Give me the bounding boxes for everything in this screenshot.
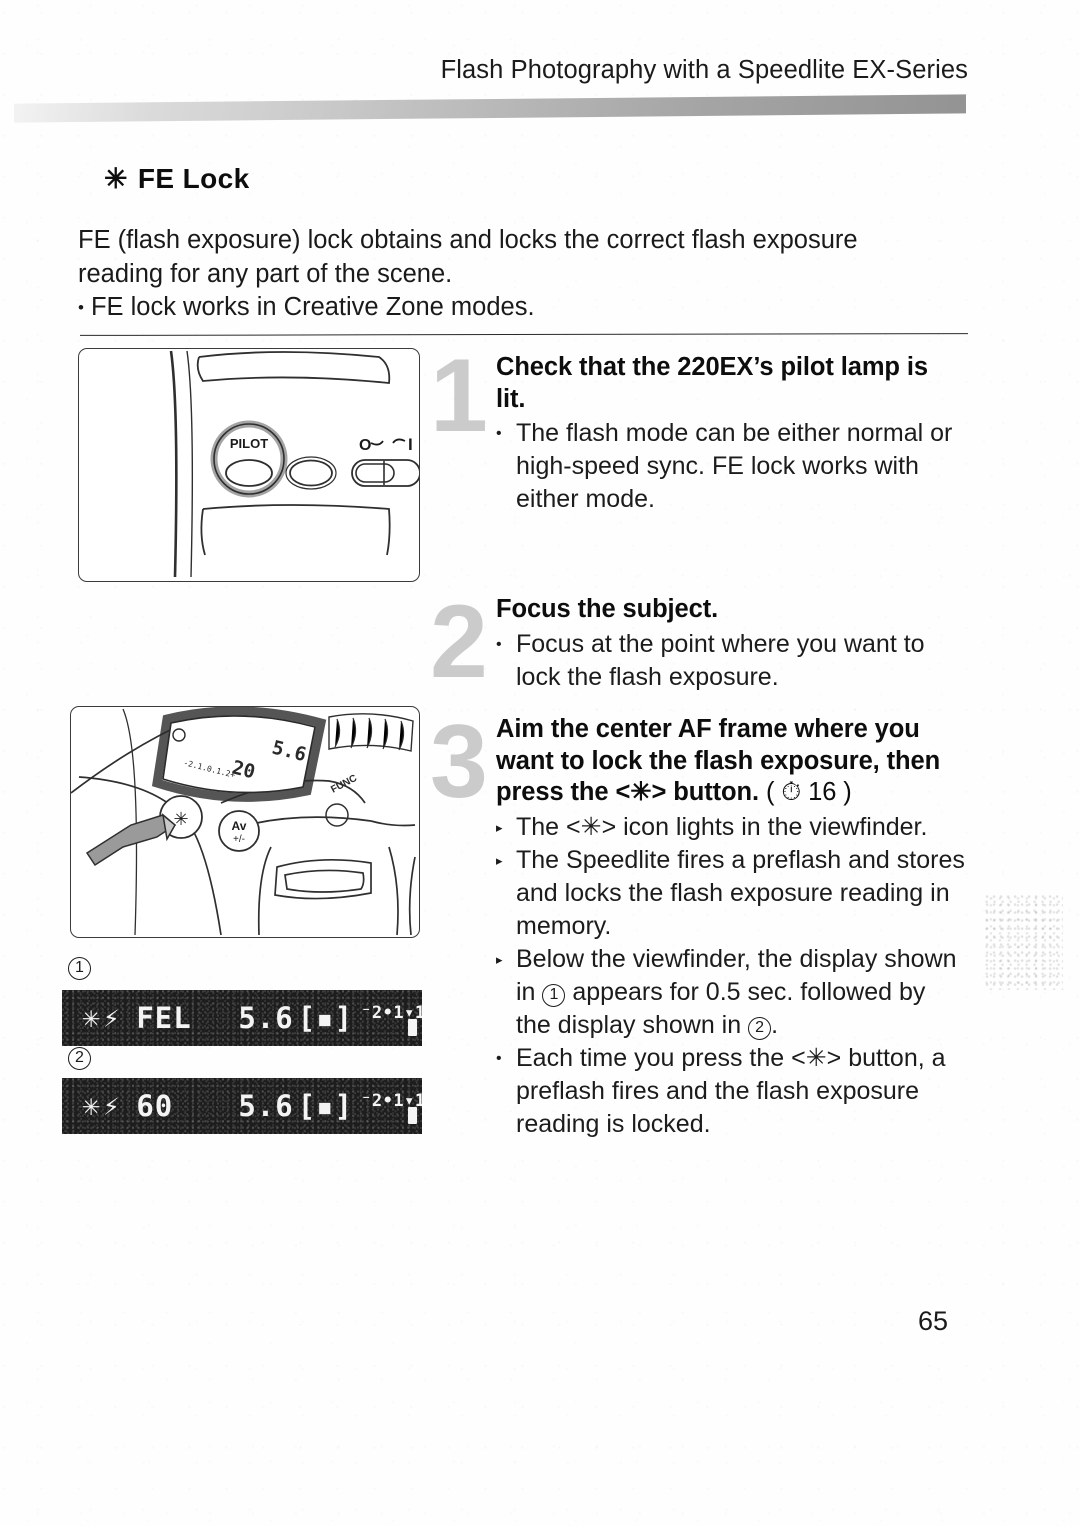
step-number-3: 3 (430, 704, 488, 820)
bullet-text-part-3: . (771, 1010, 779, 1039)
intro-bullet-text: FE lock works in Creative Zone modes. (90, 293, 535, 321)
bullet-text: The <✳> icon lights in the viewfinder. (516, 812, 928, 841)
bullet-item: ▸ The <✳> icon lights in the viewfinder. (496, 811, 966, 844)
lcd-shutter-value: 60 (136, 1089, 174, 1123)
lcd-1-reference-label: 1 (68, 952, 91, 980)
lcd-aperture-value: 5.6 (238, 1001, 294, 1035)
circled-number: 2 (68, 1047, 91, 1070)
bullet-item: • Focus at the point where you want to l… (496, 628, 962, 694)
fe-lock-asterisk-icon: ✳ (173, 809, 188, 830)
scale-pointer-bar (408, 1107, 418, 1124)
camera-illustration: 5.6 20 -2.1.0.1.2+ FUNC ✳ Av +/- (71, 707, 416, 936)
svg-text:+/-: +/- (233, 834, 245, 845)
flash-ready-icon: ⚡ (103, 1002, 121, 1034)
bullet-triangle-icon: ▸ (496, 819, 503, 835)
camera-top-lcd: 5.6 20 -2.1.0.1.2+ (151, 707, 327, 802)
pilot-button (225, 459, 273, 487)
bullet-text: The flash mode can be either normal or h… (516, 419, 953, 513)
page-number: 65 (917, 1306, 948, 1336)
step-number-2: 2 (430, 584, 488, 700)
figure-flash-unit: PILOT O I (78, 348, 420, 582)
bullet-text: Each time you press the <✳> button, a pr… (516, 1043, 946, 1138)
lcd-bracket-icon: [▪] (297, 1089, 354, 1123)
bullet-item: ▸ Below the viewfinder, the display show… (496, 943, 966, 1042)
step-3: 3 Aim the center AF frame where you want… (430, 710, 966, 1141)
svg-text:Av: Av (232, 819, 247, 833)
step-1-body: • The flash mode can be either normal or… (496, 417, 962, 516)
bullet-triangle-icon: ▸ (496, 951, 503, 967)
step-number-1: 1 (430, 338, 488, 454)
section-title: FE Lock (137, 163, 250, 194)
header-gradient-rule (14, 94, 966, 123)
pilot-label: PILOT (230, 436, 268, 451)
bullet-text: The Speedlite fires a preflash and store… (516, 845, 965, 940)
power-on-icon: I (408, 435, 413, 454)
step-3-body: ▸ The <✳> icon lights in the viewfinder.… (496, 811, 966, 1141)
bullet-text: Focus at the point where you want to loc… (516, 629, 925, 691)
section-divider (80, 333, 968, 336)
circled-number: 1 (68, 957, 91, 980)
bullet-text: Below the viewfinder, the display shown … (516, 943, 966, 1042)
step-3-title: Aim the center AF frame where you want t… (496, 714, 966, 809)
intro-line-2: reading for any part of the scene. (78, 259, 453, 288)
av-button: Av +/- (218, 810, 260, 852)
manual-page: Flash Photography with a Speedlite EX-Se… (0, 0, 1080, 1526)
step-1: 1 Check that the 220EX’s pilot lamp is l… (430, 344, 962, 516)
step-2-title: Focus the subject. (496, 595, 719, 623)
bullet-item: • The flash mode can be either normal or… (496, 417, 962, 516)
bullet-item: ▸ The Speedlite fires a preflash and sto… (496, 844, 966, 943)
bullet-dot-icon: • (496, 635, 502, 653)
intro-bullet-row: • FE lock works in Creative Zone modes. (78, 291, 968, 325)
viewfinder-display-1: ✳ ⚡ FEL 5.6 [▪] ⁻2•1▾1•2⁺ (62, 990, 422, 1046)
figure-camera-top: 5.6 20 -2.1.0.1.2+ FUNC ✳ Av +/- (70, 706, 420, 938)
asterisk-star-icon: ✳ (104, 163, 128, 194)
lcd-exposure-scale: ⁻2•1▾1•2⁺ (361, 1003, 422, 1036)
step-2-body: • Focus at the point where you want to l… (496, 628, 962, 694)
step-3-title-text: Aim the center AF frame where you want t… (496, 715, 941, 806)
lcd-exposure-scale: ⁻2•1▾1•2⁺ (361, 1091, 422, 1124)
display-reference-2: 2 (748, 1016, 772, 1040)
step-2: 2 Focus the subject. • Focus at the poin… (430, 590, 962, 694)
bullet-dot-icon: • (496, 425, 502, 442)
scale-minus-side: ⁻2•1 (361, 1091, 405, 1111)
lcd-mode-value: FEL (136, 1001, 192, 1035)
section-heading: ✳ FE Lock (104, 163, 250, 195)
secondary-button (289, 459, 333, 487)
fe-lock-asterisk-icon: ✳ (82, 1000, 102, 1035)
bullet-triangle-icon: ▸ (496, 852, 503, 868)
power-off-icon: O (359, 437, 371, 454)
fe-lock-asterisk-icon: ✳ (82, 1088, 102, 1123)
bullet-dot-icon: • (496, 1049, 502, 1067)
scan-smudge-artifact (985, 895, 1063, 990)
lcd-aperture-value: 5.6 (238, 1089, 294, 1123)
intro-line-1: FE (flash exposure) lock obtains and loc… (78, 226, 858, 254)
lcd-bracket-icon: [▪] (297, 1001, 354, 1035)
display-reference-1: 1 (542, 983, 566, 1007)
press-arrow-icon (85, 813, 177, 867)
step-1-title: Check that the 220EX’s pilot lamp is lit… (496, 353, 928, 413)
viewfinder-display-2: ✳ ⚡ 60 5.6 [▪] ⁻2•1▾1•2⁺ (62, 1078, 422, 1134)
section-intro: FE (flash exposure) lock obtains and loc… (78, 224, 968, 325)
scale-minus-side: ⁻2•1 (361, 1003, 405, 1023)
flash-unit-illustration: PILOT O I (169, 350, 419, 578)
flash-ready-icon: ⚡ (103, 1090, 121, 1122)
lcd-2-reference-label: 2 (68, 1042, 91, 1070)
bullet-item: • Each time you press the <✳> button, a … (496, 1042, 966, 1141)
step-3-page-reference: ( ⏱ 16 ) (765, 778, 852, 806)
scale-pointer-bar (408, 1019, 418, 1036)
bullet-dot-icon: • (78, 298, 84, 317)
power-switch: O I (351, 435, 419, 487)
bullet-text-part-2: appears for 0.5 sec. followed by the dis… (516, 977, 926, 1039)
running-header: Flash Photography with a Speedlite EX-Se… (440, 56, 968, 84)
dial-marker (325, 803, 349, 827)
